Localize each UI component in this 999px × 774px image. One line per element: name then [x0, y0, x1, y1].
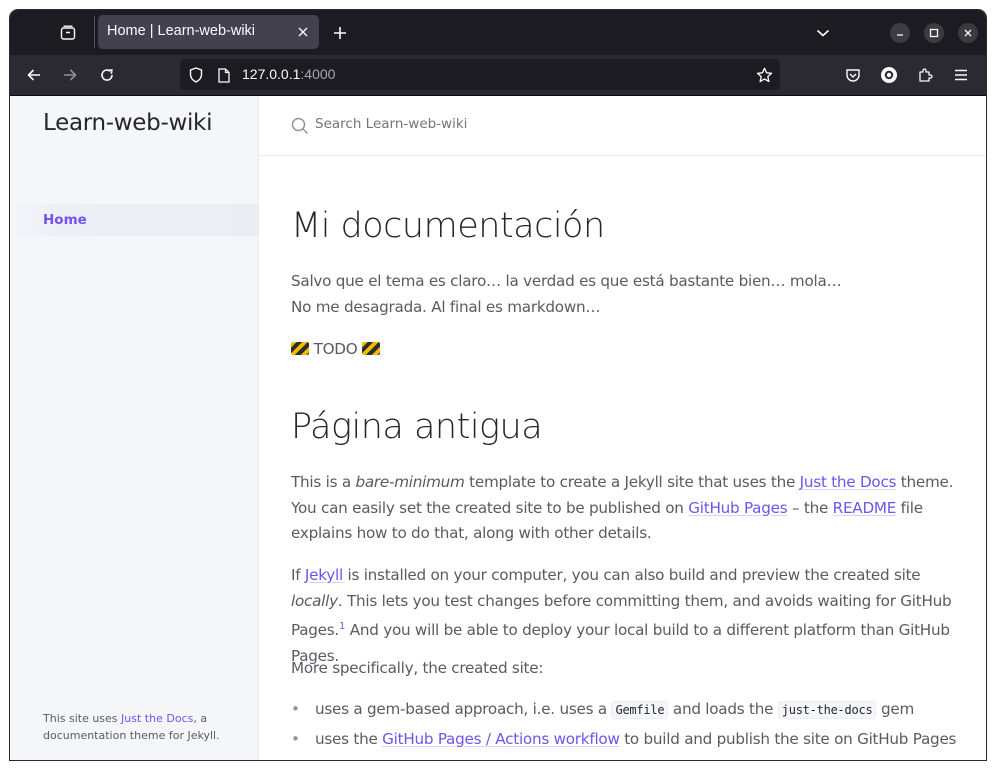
tab-separator [94, 16, 95, 48]
construction-icon [291, 342, 309, 355]
todo-line: TODO [291, 337, 961, 363]
heading-mi-documentacion: Mi documentación [291, 206, 605, 246]
reload-icon[interactable] [97, 65, 117, 85]
site-title-link[interactable]: Learn-web-wiki [43, 110, 212, 136]
extensions-puzzle-icon[interactable] [915, 65, 935, 85]
sidebar: Learn-web-wiki Home This site uses Just … [10, 96, 259, 760]
text: template to create a Jekyll site that us… [464, 473, 800, 491]
pocket-icon[interactable] [843, 65, 863, 85]
emphasis: locally [291, 591, 338, 610]
browser-window: Home | Learn-web-wiki 127.0.0.1:4000 Lea… [10, 10, 986, 760]
code-gemfile: Gemfile [611, 701, 669, 719]
account-icon[interactable] [879, 65, 899, 85]
tab-active[interactable]: Home | Learn-web-wiki [98, 15, 319, 49]
page-viewport: Learn-web-wiki Home This site uses Just … [10, 96, 986, 760]
paragraph-jekyll: If Jekyll is installed on your computer,… [291, 563, 961, 669]
search-icon [291, 117, 309, 139]
bookmark-star-icon[interactable] [754, 65, 774, 85]
sidebar-item-label: Home [43, 212, 87, 228]
sidebar-item-home[interactable]: Home [10, 204, 258, 236]
hamburger-menu-icon[interactable] [951, 65, 971, 85]
intro-line-2: No me desagrada. Al final es markdown… [291, 297, 601, 316]
heading-pagina-antigua: Página antigua [291, 407, 543, 447]
paragraph-specifically: More specifically, the created site: [291, 659, 544, 677]
bullet: • [291, 730, 300, 748]
footer-text: This site uses [43, 712, 122, 725]
code-just-the-docs: just-the-docs [777, 701, 877, 719]
list-all-tabs-chevron-icon[interactable] [813, 23, 833, 43]
construction-icon [362, 342, 381, 355]
tab-bar: Home | Learn-web-wiki [10, 10, 986, 55]
text: gem [876, 700, 915, 718]
text: – the [787, 498, 833, 517]
back-arrow-icon[interactable] [24, 65, 44, 85]
search-input[interactable] [315, 116, 715, 132]
intro-line-1: Salvo que el tema es claro… la verdad es… [291, 272, 842, 290]
readme-link[interactable]: README [833, 499, 897, 517]
url-host: 127.0.0.1 [242, 66, 301, 82]
emphasis: bare-minimum [355, 473, 465, 491]
todo-text: TODO [313, 340, 358, 358]
navigation-toolbar: 127.0.0.1:4000 [10, 55, 986, 96]
text: This is a [291, 473, 356, 491]
text: and loads the [668, 700, 778, 718]
forward-arrow-icon[interactable] [60, 65, 80, 85]
url-bar[interactable]: 127.0.0.1:4000 [180, 59, 780, 90]
tab-close-icon[interactable] [293, 22, 313, 42]
sidebar-footer: This site uses Just the Docs, a document… [43, 710, 243, 744]
search-bar [259, 96, 986, 156]
tracking-shield-icon[interactable] [186, 65, 206, 85]
text: is installed on your computer, you can a… [342, 566, 921, 584]
url-port: :4000 [300, 66, 336, 82]
minimize-icon[interactable] [890, 23, 910, 43]
page-info-icon[interactable] [214, 65, 234, 85]
jekyll-link[interactable]: Jekyll [305, 566, 343, 584]
close-window-icon[interactable] [958, 23, 978, 43]
new-tab-icon[interactable] [330, 23, 350, 43]
paragraph-template: This is a bare-minimum template to creat… [291, 470, 961, 547]
maximize-icon[interactable] [924, 23, 944, 43]
text: uses the [315, 730, 383, 748]
text: uses a gem-based approach, i.e. uses a [315, 700, 612, 718]
url-text[interactable]: 127.0.0.1:4000 [242, 66, 335, 82]
paragraph-intro: Salvo que el tema es claro… la verdad es… [291, 269, 961, 320]
tab-title: Home | Learn-web-wiki [107, 23, 256, 39]
github-pages-link[interactable]: GitHub Pages [688, 499, 787, 517]
github-pages-actions-workflow-link[interactable]: GitHub Pages / Actions workflow [382, 730, 620, 748]
text: to build and publish the site on GitHub … [619, 730, 957, 748]
just-the-docs-link[interactable]: Just the Docs [121, 712, 193, 725]
just-the-docs-link[interactable]: Just the Docs [800, 473, 897, 491]
bullet: • [291, 700, 300, 718]
firefox-view-icon[interactable] [58, 23, 78, 43]
text: If [291, 566, 305, 584]
